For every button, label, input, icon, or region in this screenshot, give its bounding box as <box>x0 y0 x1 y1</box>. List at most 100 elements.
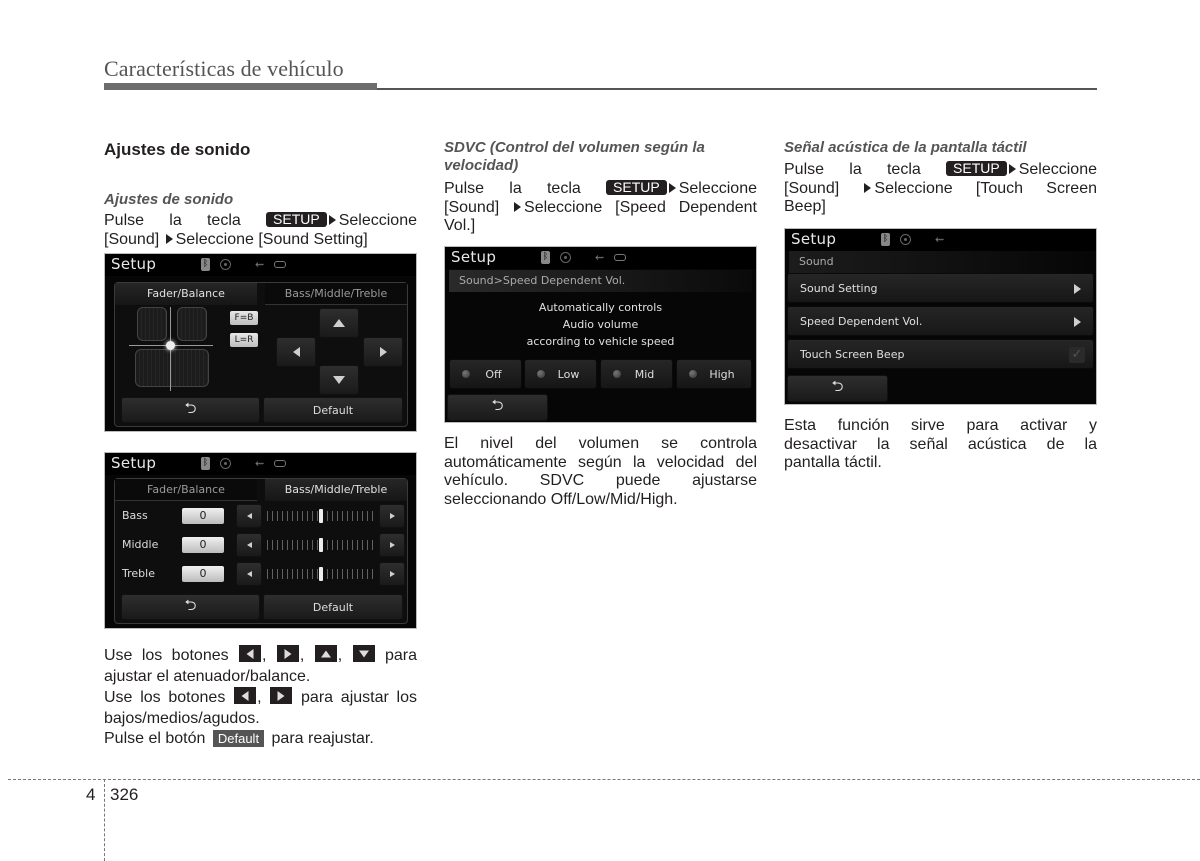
position-marker[interactable] <box>166 341 175 350</box>
seat-front-left <box>137 307 167 341</box>
note-text: , <box>257 689 262 706</box>
instruction-text: Seleccione [Sound Setting] <box>175 230 368 248</box>
seat-front-right <box>177 307 207 341</box>
description-line: according to vehicle speed <box>526 335 675 348</box>
eq-label: Bass <box>122 509 148 522</box>
checkbox-checked-icon[interactable]: ✓ <box>1069 347 1085 363</box>
note-text: para <box>384 647 417 664</box>
footer-divider <box>8 779 1200 780</box>
chevron-right-icon <box>1074 284 1081 294</box>
setup-screen-fader-balance: Setup ᛒ ⇜ Fader/Balance Bass/Middle/Treb… <box>104 253 417 432</box>
eq-decrease-button[interactable] <box>236 562 262 586</box>
fader-up-button[interactable] <box>319 308 359 338</box>
sdvc-option-mid[interactable]: Mid <box>600 359 673 389</box>
instruction-text: Pulse la tecla <box>104 212 241 229</box>
sdvc-option-high[interactable]: High <box>676 359 752 389</box>
subtitle-line: velocidad) <box>444 157 519 174</box>
fader-down-button[interactable] <box>319 365 359 395</box>
aux-icon <box>274 261 287 268</box>
body-text: seleccionando Off/Low/Mid/High. <box>444 490 678 508</box>
eq-increase-button[interactable] <box>379 562 405 586</box>
chapter-number: 4 <box>86 785 96 804</box>
balance-center-button[interactable]: L=R <box>230 333 258 347</box>
disc-icon <box>220 259 231 270</box>
menu-item-sound-setting[interactable]: Sound Setting <box>787 273 1094 303</box>
default-button-icon: Default <box>212 730 265 747</box>
menu-section-title: Sound <box>789 251 1092 273</box>
back-icon: ⮌ <box>184 595 197 614</box>
eq-slider-thumb[interactable] <box>319 509 323 523</box>
status-icons: ᛒ ⇜ <box>201 457 287 470</box>
back-button[interactable]: ⮌ <box>121 594 260 620</box>
default-button[interactable]: Default <box>263 594 403 620</box>
back-button[interactable]: ⮌ <box>787 375 888 402</box>
sdvc-description: Automatically controls Audio volume acco… <box>445 299 756 350</box>
note-text: , <box>337 647 343 664</box>
header-rule-thick <box>104 83 377 90</box>
option-label: Off <box>485 367 502 381</box>
back-button[interactable]: ⮌ <box>121 397 260 423</box>
eq-label: Middle <box>122 538 159 551</box>
instruction-text: [Sound] <box>104 230 160 248</box>
option-label: Low <box>557 367 580 381</box>
eq-increase-button[interactable] <box>379 533 405 557</box>
setup-screen-sound-menu: Setup ᛒ ⇜ Sound Sound Setting Speed Depe… <box>784 228 1097 405</box>
sdvc-option-off[interactable]: Off <box>449 359 522 389</box>
usb-icon: ⇜ <box>595 251 605 264</box>
setup-screen-sdvc: Setup ᛒ ⇜ Sound>Speed Dependent Vol. Aut… <box>444 246 757 423</box>
aux-icon <box>614 254 627 261</box>
usb-icon: ⇜ <box>255 258 265 271</box>
seat-map[interactable] <box>129 307 213 391</box>
eq-decrease-button[interactable] <box>236 533 262 557</box>
instruction-text: Seleccione [Touch Screen <box>874 179 1097 197</box>
tab-bass-middle-treble[interactable]: Bass/Middle/Treble <box>265 479 407 501</box>
eq-increase-button[interactable] <box>379 504 405 528</box>
left-button-icon <box>239 645 262 662</box>
chevron-right-icon <box>1074 317 1081 327</box>
balance-left-button[interactable] <box>276 337 316 367</box>
eq-slider-thumb[interactable] <box>319 567 323 581</box>
screen-title: Setup <box>451 248 497 266</box>
screen-title: Setup <box>111 454 157 472</box>
usb-icon: ⇜ <box>255 457 265 470</box>
disc-icon <box>220 458 231 469</box>
breadcrumb: Sound>Speed Dependent Vol. <box>449 270 752 292</box>
arrow-right-icon <box>864 182 872 193</box>
tab-fader-balance[interactable]: Fader/Balance <box>115 283 257 305</box>
body-text: El nivel del volumen se controla <box>444 435 757 452</box>
instruction-text: Vol.] <box>444 217 476 234</box>
instruction-text: Pulse la tecla <box>784 161 921 178</box>
settings-panel: Fader/Balance Bass/Middle/Treble Bass 0 … <box>114 478 408 624</box>
balance-right-button[interactable] <box>363 337 403 367</box>
back-icon: ⮌ <box>831 377 844 395</box>
down-button-icon <box>352 645 375 662</box>
menu-item-touch-screen-beep[interactable]: Touch Screen Beep ✓ <box>787 339 1094 369</box>
eq-value: 0 <box>182 537 224 553</box>
default-button[interactable]: Default <box>263 397 403 423</box>
bluetooth-icon: ᛒ <box>201 457 210 470</box>
arrow-right-icon <box>165 233 173 244</box>
arrow-right-icon <box>328 215 336 225</box>
menu-item-speed-dependent-vol[interactable]: Speed Dependent Vol. <box>787 306 1094 336</box>
sdvc-option-low[interactable]: Low <box>524 359 597 389</box>
instruction-sound-setting: Pulse la tecla SETUP Seleccione [Sound] S… <box>104 212 417 249</box>
note-text: , <box>299 647 305 664</box>
back-button[interactable]: ⮌ <box>447 394 548 421</box>
note-text: para ajustar los <box>301 689 418 706</box>
eq-label: Treble <box>122 567 155 580</box>
settings-panel: Fader/Balance Bass/Middle/Treble F=B L=R… <box>114 282 408 427</box>
arrow-left-icon <box>246 571 252 577</box>
eq-decrease-button[interactable] <box>236 504 262 528</box>
option-label: Mid <box>634 367 655 381</box>
setup-key-label: SETUP <box>266 212 327 227</box>
tab-bass-middle-treble[interactable]: Bass/Middle/Treble <box>265 283 407 305</box>
subtitle-line: SDVC (Control del volumen según la <box>444 139 705 156</box>
screen-status-bar: Setup ᛒ ⇜ <box>445 247 756 269</box>
eq-slider-thumb[interactable] <box>319 538 323 552</box>
note-text: , <box>262 647 267 664</box>
fader-center-button[interactable]: F=B <box>230 311 258 325</box>
note-text: Pulse el botón <box>104 730 206 747</box>
instruction-text: Pulse la tecla <box>444 180 581 197</box>
tab-fader-balance[interactable]: Fader/Balance <box>115 479 257 501</box>
menu-item-label: Speed Dependent Vol. <box>800 315 923 328</box>
